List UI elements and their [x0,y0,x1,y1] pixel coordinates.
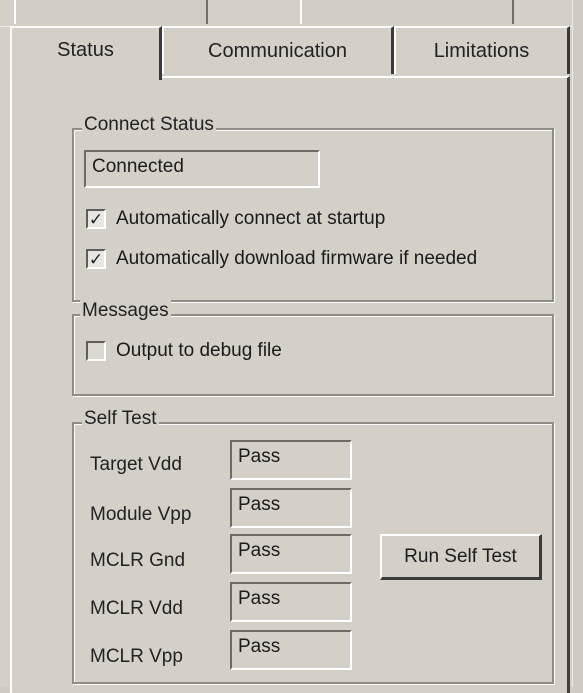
connect-status-group: Connect Status Connected ✓ Automatically… [72,114,554,302]
self-test-title: Self Test [82,408,159,430]
mclr-vpp-label: MCLR Vpp [90,646,183,667]
status-panel: Connect Status Connected ✓ Automatically… [10,76,570,693]
connection-status-field: Connected [84,150,320,188]
debug-output-checkbox[interactable] [86,341,106,361]
debug-output-label: Output to debug file [116,340,282,361]
self-test-group: Self Test Target Vdd Pass Module Vpp Pas… [72,408,554,684]
module-vpp-label: Module Vpp [90,504,192,525]
back-tab-row [0,0,583,27]
back-tab[interactable] [14,0,208,24]
auto-download-checkbox-row[interactable]: ✓ Automatically download firmware if nee… [86,248,477,270]
window-frame: Status Communication Limitations Connect… [0,0,583,693]
debug-output-checkbox-row[interactable]: Output to debug file [86,340,282,362]
tab-communication[interactable]: Communication [162,26,394,74]
auto-download-label: Automatically download firmware if neede… [116,248,478,269]
mclr-vdd-label: MCLR Vdd [90,598,183,619]
window-edge [572,0,583,693]
tab-status[interactable]: Status [10,26,162,80]
auto-connect-checkbox-row[interactable]: ✓ Automatically connect at startup [86,208,385,230]
mclr-vdd-result: Pass [230,582,352,622]
auto-connect-checkbox[interactable]: ✓ [86,209,106,229]
auto-download-checkbox[interactable]: ✓ [86,249,106,269]
mclr-vpp-result: Pass [230,630,352,670]
target-vdd-result: Pass [230,440,352,480]
messages-group: Messages Output to debug file [72,300,554,396]
mclr-gnd-label: MCLR Gnd [90,550,186,571]
module-vpp-result: Pass [230,488,352,528]
tab-limitations[interactable]: Limitations [394,26,570,74]
messages-title: Messages [80,300,171,322]
mclr-gnd-result: Pass [230,534,352,574]
back-tab[interactable] [300,0,514,24]
run-self-test-button[interactable]: Run Self Test [380,534,542,580]
connect-status-title: Connect Status [82,114,216,136]
auto-connect-label: Automatically connect at startup [116,208,386,229]
tab-bar: Status Communication Limitations [10,26,570,80]
target-vdd-label: Target Vdd [90,454,182,475]
